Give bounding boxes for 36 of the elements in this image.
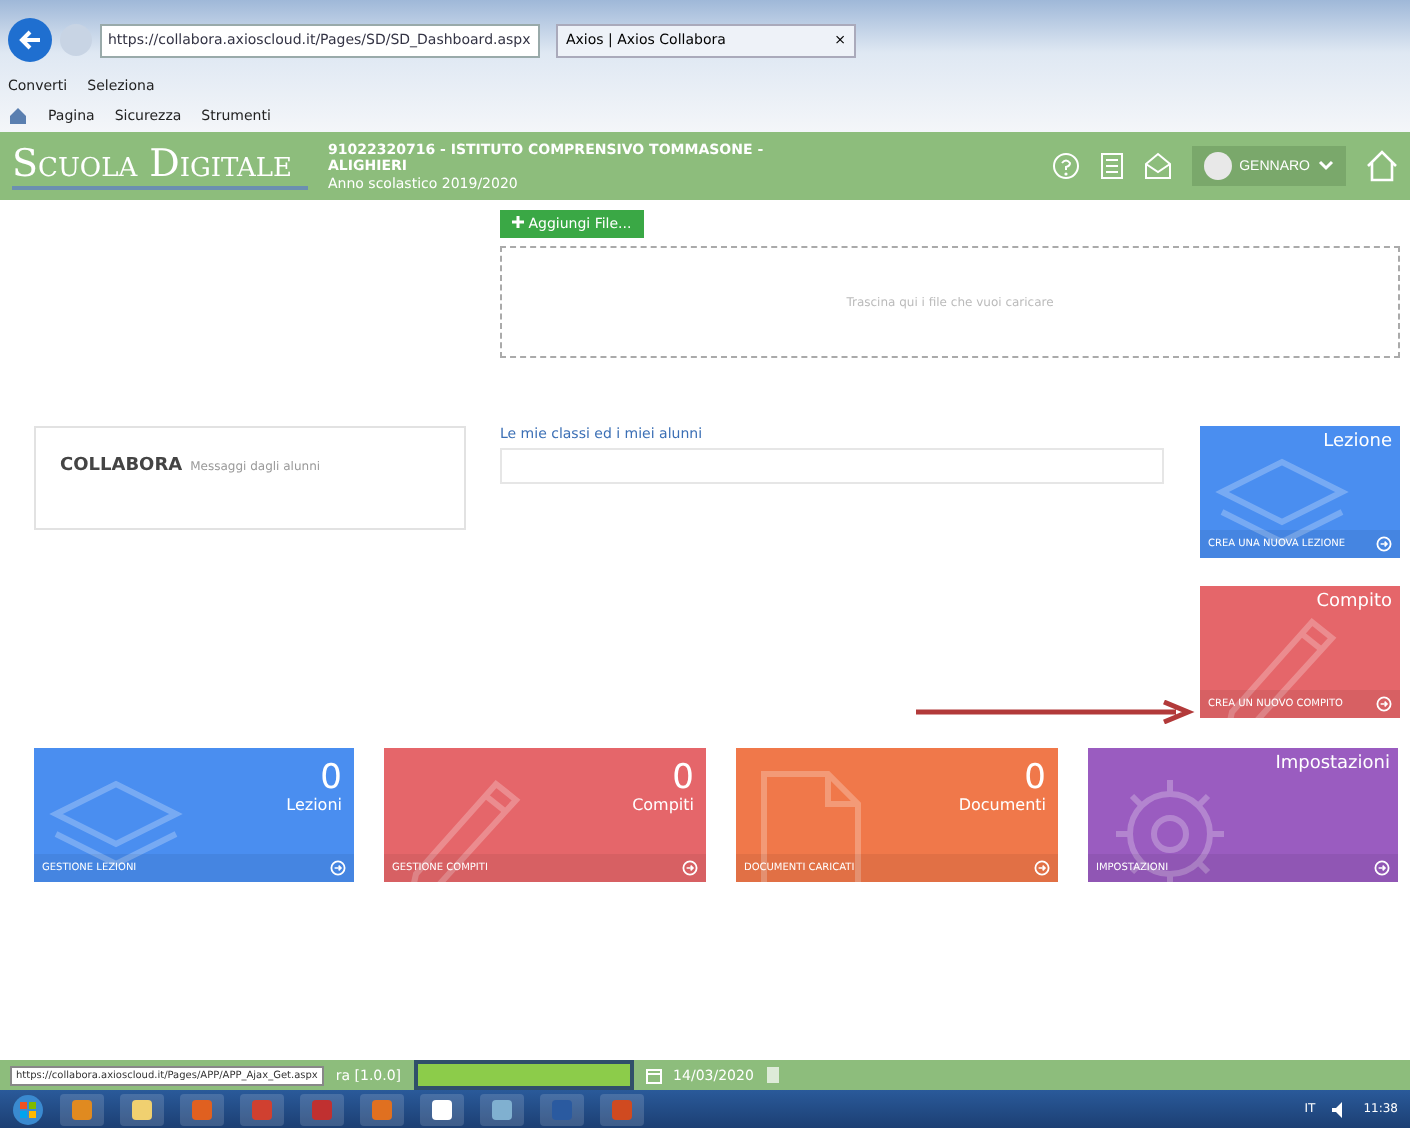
card-title: COLLABORA <box>60 456 183 476</box>
arrow-circle-icon <box>1376 696 1392 712</box>
help-icon <box>1051 152 1080 180</box>
home-icon <box>8 106 28 126</box>
tile-title: Impostazioni <box>1273 752 1392 778</box>
avatar-icon <box>1203 152 1232 180</box>
envelope-icon <box>1143 152 1172 180</box>
classes-field[interactable] <box>500 448 1164 484</box>
taskbar-app[interactable] <box>480 1093 524 1125</box>
home-icon <box>1366 150 1398 182</box>
tile-label: Compiti <box>630 796 696 814</box>
tile-title: Lezione <box>1321 430 1394 456</box>
taskbar-app[interactable] <box>120 1093 164 1125</box>
arrow-circle-icon <box>1376 536 1392 552</box>
arrow-circle-icon <box>682 860 698 876</box>
tile-count: 0 <box>320 756 344 796</box>
notebook-icon <box>1099 152 1124 180</box>
tile-label: Documenti <box>956 796 1048 814</box>
forward-button[interactable] <box>60 24 92 56</box>
document-icon <box>765 1066 780 1084</box>
tile-count: 0 <box>1024 756 1048 796</box>
start-icon <box>12 1093 44 1125</box>
calendar-icon <box>645 1067 662 1083</box>
plus-icon <box>512 216 524 228</box>
tile-title: Compito <box>1314 590 1394 616</box>
app-logo: Scuola Digitale <box>12 142 308 190</box>
chevron-down-icon <box>1318 160 1334 172</box>
back-arrow-icon <box>18 30 42 50</box>
tile-label: Lezioni <box>284 796 344 814</box>
arrow-circle-icon <box>330 860 346 876</box>
arrow-circle-icon <box>1374 860 1390 876</box>
back-button[interactable] <box>8 18 52 62</box>
volume-icon <box>1331 1101 1348 1117</box>
arrow-circle-icon <box>1034 860 1050 876</box>
taskbar-app[interactable] <box>420 1093 464 1125</box>
tile-count: 0 <box>672 756 696 796</box>
